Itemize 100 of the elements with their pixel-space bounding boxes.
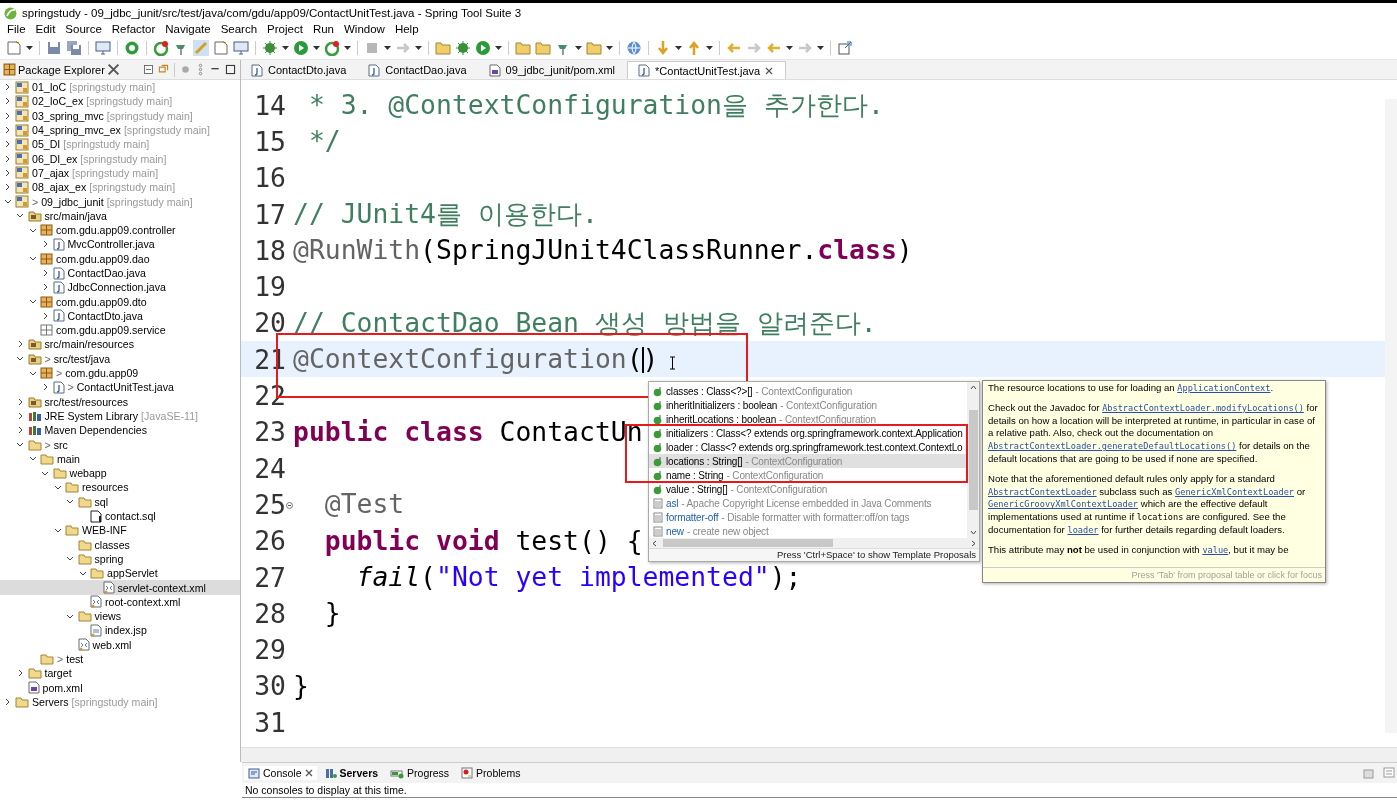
- caret-icon[interactable]: [706, 46, 713, 50]
- view-tab[interactable]: Progress: [386, 766, 454, 780]
- tree-item[interactable]: classes: [0, 537, 240, 552]
- tree-item[interactable]: views: [0, 609, 240, 624]
- tree-item[interactable]: 01_IoC [springstudy main]: [0, 80, 240, 95]
- gear-icon[interactable]: [455, 40, 471, 56]
- editor-tab[interactable]: 09_jdbc_junit/pom.xml: [478, 61, 628, 79]
- caret-icon[interactable]: [817, 46, 824, 50]
- tree-item[interactable]: 08_ajax_ex [springstudy main]: [0, 180, 240, 195]
- tree-item[interactable]: servlet-context.xml: [0, 580, 240, 595]
- tree-item[interactable]: src/main/resources: [0, 337, 240, 352]
- tree-item[interactable]: com.gdu.app09.dao: [0, 251, 240, 266]
- tree-item[interactable]: > 09_jdbc_junit [springstudy main]: [0, 194, 240, 209]
- menu-item[interactable]: Search: [215, 22, 263, 35]
- caret-icon[interactable]: [384, 46, 391, 50]
- tree-item[interactable]: web.xml: [0, 637, 240, 652]
- external-window-icon[interactable]: [837, 40, 853, 56]
- bug-icon[interactable]: [262, 40, 278, 56]
- editor-tab[interactable]: ContactDto.java: [241, 61, 359, 79]
- caret-icon[interactable]: [282, 46, 289, 50]
- tree-item[interactable]: resources: [0, 480, 240, 495]
- menu-item[interactable]: Project: [262, 22, 308, 35]
- tree-item[interactable]: JRE System Library [JavaSE-11]: [0, 408, 240, 424]
- tree-item[interactable]: spring: [0, 551, 240, 567]
- tree-item[interactable]: src/main/java: [0, 208, 240, 223]
- save-icon[interactable]: [46, 40, 62, 56]
- menu-item[interactable]: Edit: [30, 22, 61, 35]
- tree-item[interactable]: com.gdu.app09.dto: [0, 294, 240, 309]
- tree-item[interactable]: 07_ajax [springstudy main]: [0, 165, 240, 181]
- tree-item[interactable]: > src: [0, 437, 240, 452]
- tree-item[interactable]: 04_spring_mvc_ex [springstudy main]: [0, 122, 240, 138]
- folder-icon[interactable]: [435, 40, 451, 56]
- code-link[interactable]: GenericGroovyXmlContextLoader: [988, 499, 1139, 510]
- tree-item[interactable]: webapp: [0, 466, 240, 481]
- proposal-item[interactable]: new - create new object: [649, 524, 967, 538]
- proposal-item[interactable]: value : String[] - ContextConfiguration: [649, 482, 967, 496]
- tree-item[interactable]: > test: [0, 651, 240, 667]
- play-icon[interactable]: [293, 40, 309, 56]
- monitor-icon[interactable]: [95, 40, 111, 56]
- tree-item[interactable]: target: [0, 666, 240, 681]
- tree-item[interactable]: ContactDao.java: [0, 265, 240, 281]
- tree-item[interactable]: Servers [springstudy main]: [0, 694, 240, 710]
- power-icon[interactable]: [124, 40, 140, 56]
- menu-item[interactable]: File: [2, 22, 31, 35]
- tree-item[interactable]: Maven Dependencies: [0, 423, 240, 438]
- proposal-item[interactable]: locations : String[] - ContextConfiguration: [649, 454, 967, 468]
- tree-item[interactable]: root-context.xml: [0, 594, 240, 609]
- code-link[interactable]: AbstractContextLoader.generateDefaultLocations(): [988, 441, 1237, 452]
- tree-item[interactable]: WEB-INF: [0, 523, 240, 538]
- caret-icon[interactable]: [313, 46, 320, 50]
- maximize-icon[interactable]: [224, 63, 237, 76]
- view-tab[interactable]: Problems: [457, 766, 525, 780]
- collapse-all-icon[interactable]: [142, 63, 155, 76]
- editor-tab[interactable]: *ContactUnitTest.java: [627, 61, 787, 79]
- proposal-item[interactable]: classes : Class<?>[] - ContextConfiguration: [649, 384, 967, 398]
- scrollbar-thumb[interactable]: [663, 539, 833, 547]
- tree-item[interactable]: src/test/resources: [0, 394, 240, 409]
- tree-item[interactable]: appServlet: [0, 566, 240, 581]
- tree-item[interactable]: com.gdu.app09.controller: [0, 222, 240, 238]
- proposal-item[interactable]: asl - Apache Copyright License embedded in Java Comments: [649, 496, 967, 510]
- tree-item[interactable]: MvcController.java: [0, 237, 240, 252]
- view-tab[interactable]: Servers: [320, 766, 383, 780]
- code-link[interactable]: AbstractContextLoader.modifyLocations(): [1102, 402, 1304, 413]
- menu-item[interactable]: Run: [307, 22, 339, 35]
- proposal-item[interactable]: loader : Class<? extends org.springframework.test.context.ContextLo: [649, 440, 967, 454]
- tree-item[interactable]: 03_spring_mvc [springstudy main]: [0, 108, 240, 123]
- tree-item[interactable]: 06_DI_ex [springstudy main]: [0, 151, 240, 166]
- caret-icon[interactable]: [495, 46, 502, 50]
- editor-tab[interactable]: ContactDao.java: [358, 61, 479, 79]
- folder-icon[interactable]: [515, 40, 531, 56]
- open-folder-icon[interactable]: [535, 40, 551, 56]
- tree-item[interactable]: main: [0, 451, 240, 466]
- tree-item[interactable]: 02_IoC_ex [springstudy main]: [0, 94, 240, 109]
- tree-item[interactable]: index.jsp: [0, 623, 240, 638]
- tree-item[interactable]: ContactDto.java: [0, 308, 240, 324]
- tree-item[interactable]: > src/test/java: [0, 351, 240, 366]
- scrollbar-thumb[interactable]: [968, 410, 978, 510]
- menu-item[interactable]: Navigate: [160, 22, 216, 35]
- caret-icon[interactable]: [26, 46, 33, 50]
- proposal-item[interactable]: name : String - ContextConfiguration: [649, 468, 967, 482]
- proposal-item[interactable]: initializers : Class<? extends org.springframework.context.Application: [649, 426, 967, 440]
- caret-icon[interactable]: [675, 46, 682, 50]
- tree-item[interactable]: JdbcConnection.java: [0, 280, 240, 295]
- globe-icon[interactable]: [626, 40, 642, 56]
- tree-item[interactable]: contact.sql: [0, 508, 240, 524]
- filter-icon[interactable]: [179, 63, 192, 76]
- menu-item[interactable]: Window: [339, 22, 390, 35]
- proposal-item[interactable]: formatter-off - Disable formatter with formatter:off/on tags: [649, 510, 967, 524]
- play-icon[interactable]: [475, 40, 491, 56]
- menu-item[interactable]: Refactor: [106, 22, 161, 35]
- save-all-icon[interactable]: [66, 40, 82, 56]
- refresh-icon[interactable]: [153, 40, 169, 56]
- menu-item[interactable]: Help: [389, 22, 424, 35]
- caret-icon[interactable]: [575, 46, 582, 50]
- link-icon[interactable]: [157, 63, 170, 76]
- caret-icon[interactable]: [606, 46, 613, 50]
- page-icon[interactable]: [213, 40, 229, 56]
- tree-item[interactable]: sql: [0, 494, 240, 509]
- tree-item[interactable]: > ContactUnitTest.java: [0, 380, 240, 395]
- code-link[interactable]: AbstractContextLoader: [988, 486, 1097, 497]
